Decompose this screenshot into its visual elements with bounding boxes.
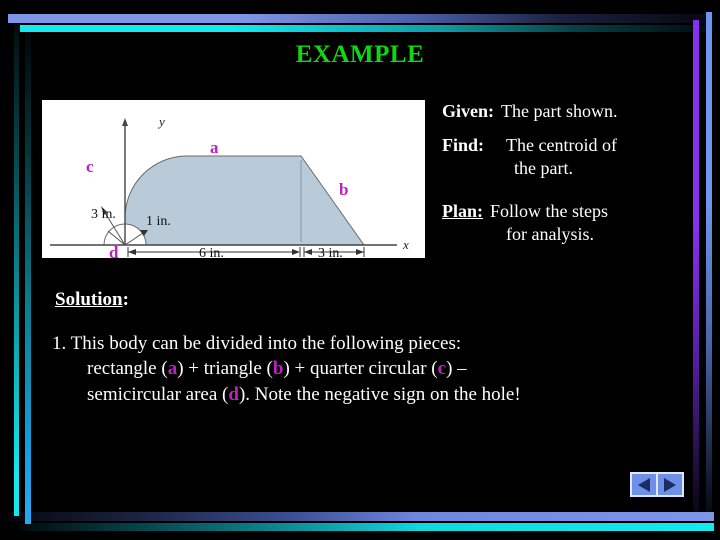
step-line-2-pre: rectangle ( [87,358,168,380]
right-violet-rule [693,20,699,512]
top-blue-rule [8,14,714,23]
previous-slide-button[interactable] [630,472,657,497]
bottom-blue-rule [8,512,714,521]
top-cyan-rule [20,25,714,32]
slide-navigation [630,472,684,497]
given-label: Given: [442,101,494,121]
bottom-cyan-rule [20,523,714,531]
dim-3in-arrow-left [304,249,312,255]
piece-label-a: a [167,358,178,380]
dim-base-rect-text: 6 in. [199,246,224,258]
dim-6in-arrow-right [292,249,300,255]
dim-base-tri-text: 3 in. [318,246,343,258]
plan-value-line2: for analysis. [506,224,594,244]
x-axis-label: x [402,237,409,252]
part-body-outline [124,155,365,246]
y-axis-arrow [122,118,128,126]
solution-heading: Solution: [55,289,129,311]
left-cyan-rule [14,24,19,516]
solution-heading-colon: : [122,289,129,310]
label-d: d [109,243,119,258]
step-line-2: rectangle (a) + triangle (b) + quarter c… [87,356,672,381]
next-slide-button[interactable] [657,472,684,497]
page-title: EXAMPLE [295,41,425,68]
label-a: a [210,138,219,157]
plan-row: Plan: Follow the steps [442,201,692,222]
find-value-line2: the part. [514,158,573,178]
step-number: 1. [52,333,67,354]
find-row: Find: The centroid of [442,135,692,156]
solution-step-1: 1. This body can be divided into the fol… [52,331,672,407]
triangle-right-icon [664,477,676,492]
piece-label-d: d [228,383,239,405]
given-row: Given: The part shown. [442,101,692,122]
step-line-2-post: ) – [446,358,467,380]
dim-outer-radius-text: 3 in. [91,207,116,222]
label-b: b [339,180,348,199]
y-axis-label: y [157,114,165,129]
solution-heading-word: Solution [55,289,123,310]
step-line-1: This body can be divided into the follow… [70,333,462,354]
find-label: Find: [442,135,485,155]
figure-svg: y x a b c d 3 in. 1 in. 6 in. 3 in. [50,114,409,258]
dim-inner-radius-text: 1 in. [146,214,171,229]
step-line-3: semicircular area (d). Note the negative… [87,382,672,407]
plan-value: Follow the steps [490,201,609,221]
slide-canvas: EXAMPLE y x a b c d 3 in. 1 in. 6 in. 3 … [0,0,720,540]
step-line-2-mid1: ) + triangle ( [177,358,273,380]
dim-6in-arrow-left [128,249,136,255]
plan-label: Plan: [442,201,484,221]
step-line-3-pre: semicircular area ( [87,383,229,405]
right-blue-rule [706,12,712,512]
left-blue-rule [25,32,31,524]
given-find-plan-block: Given: The part shown. Find: The centroi… [442,101,692,245]
piece-label-b: b [272,358,284,380]
part-geometry-figure: y x a b c d 3 in. 1 in. 6 in. 3 in. [42,100,425,258]
dim-3in-arrow-right [356,249,364,255]
step-line-3-post: ). Note the negative sign on the hole! [238,383,521,405]
label-c: c [86,157,94,176]
given-value: The part shown. [501,101,618,121]
triangle-left-icon [638,477,650,492]
piece-label-c: c [437,358,447,380]
find-value: The centroid of [506,135,617,155]
step-line-2-mid2: ) + quarter circular ( [283,358,438,380]
